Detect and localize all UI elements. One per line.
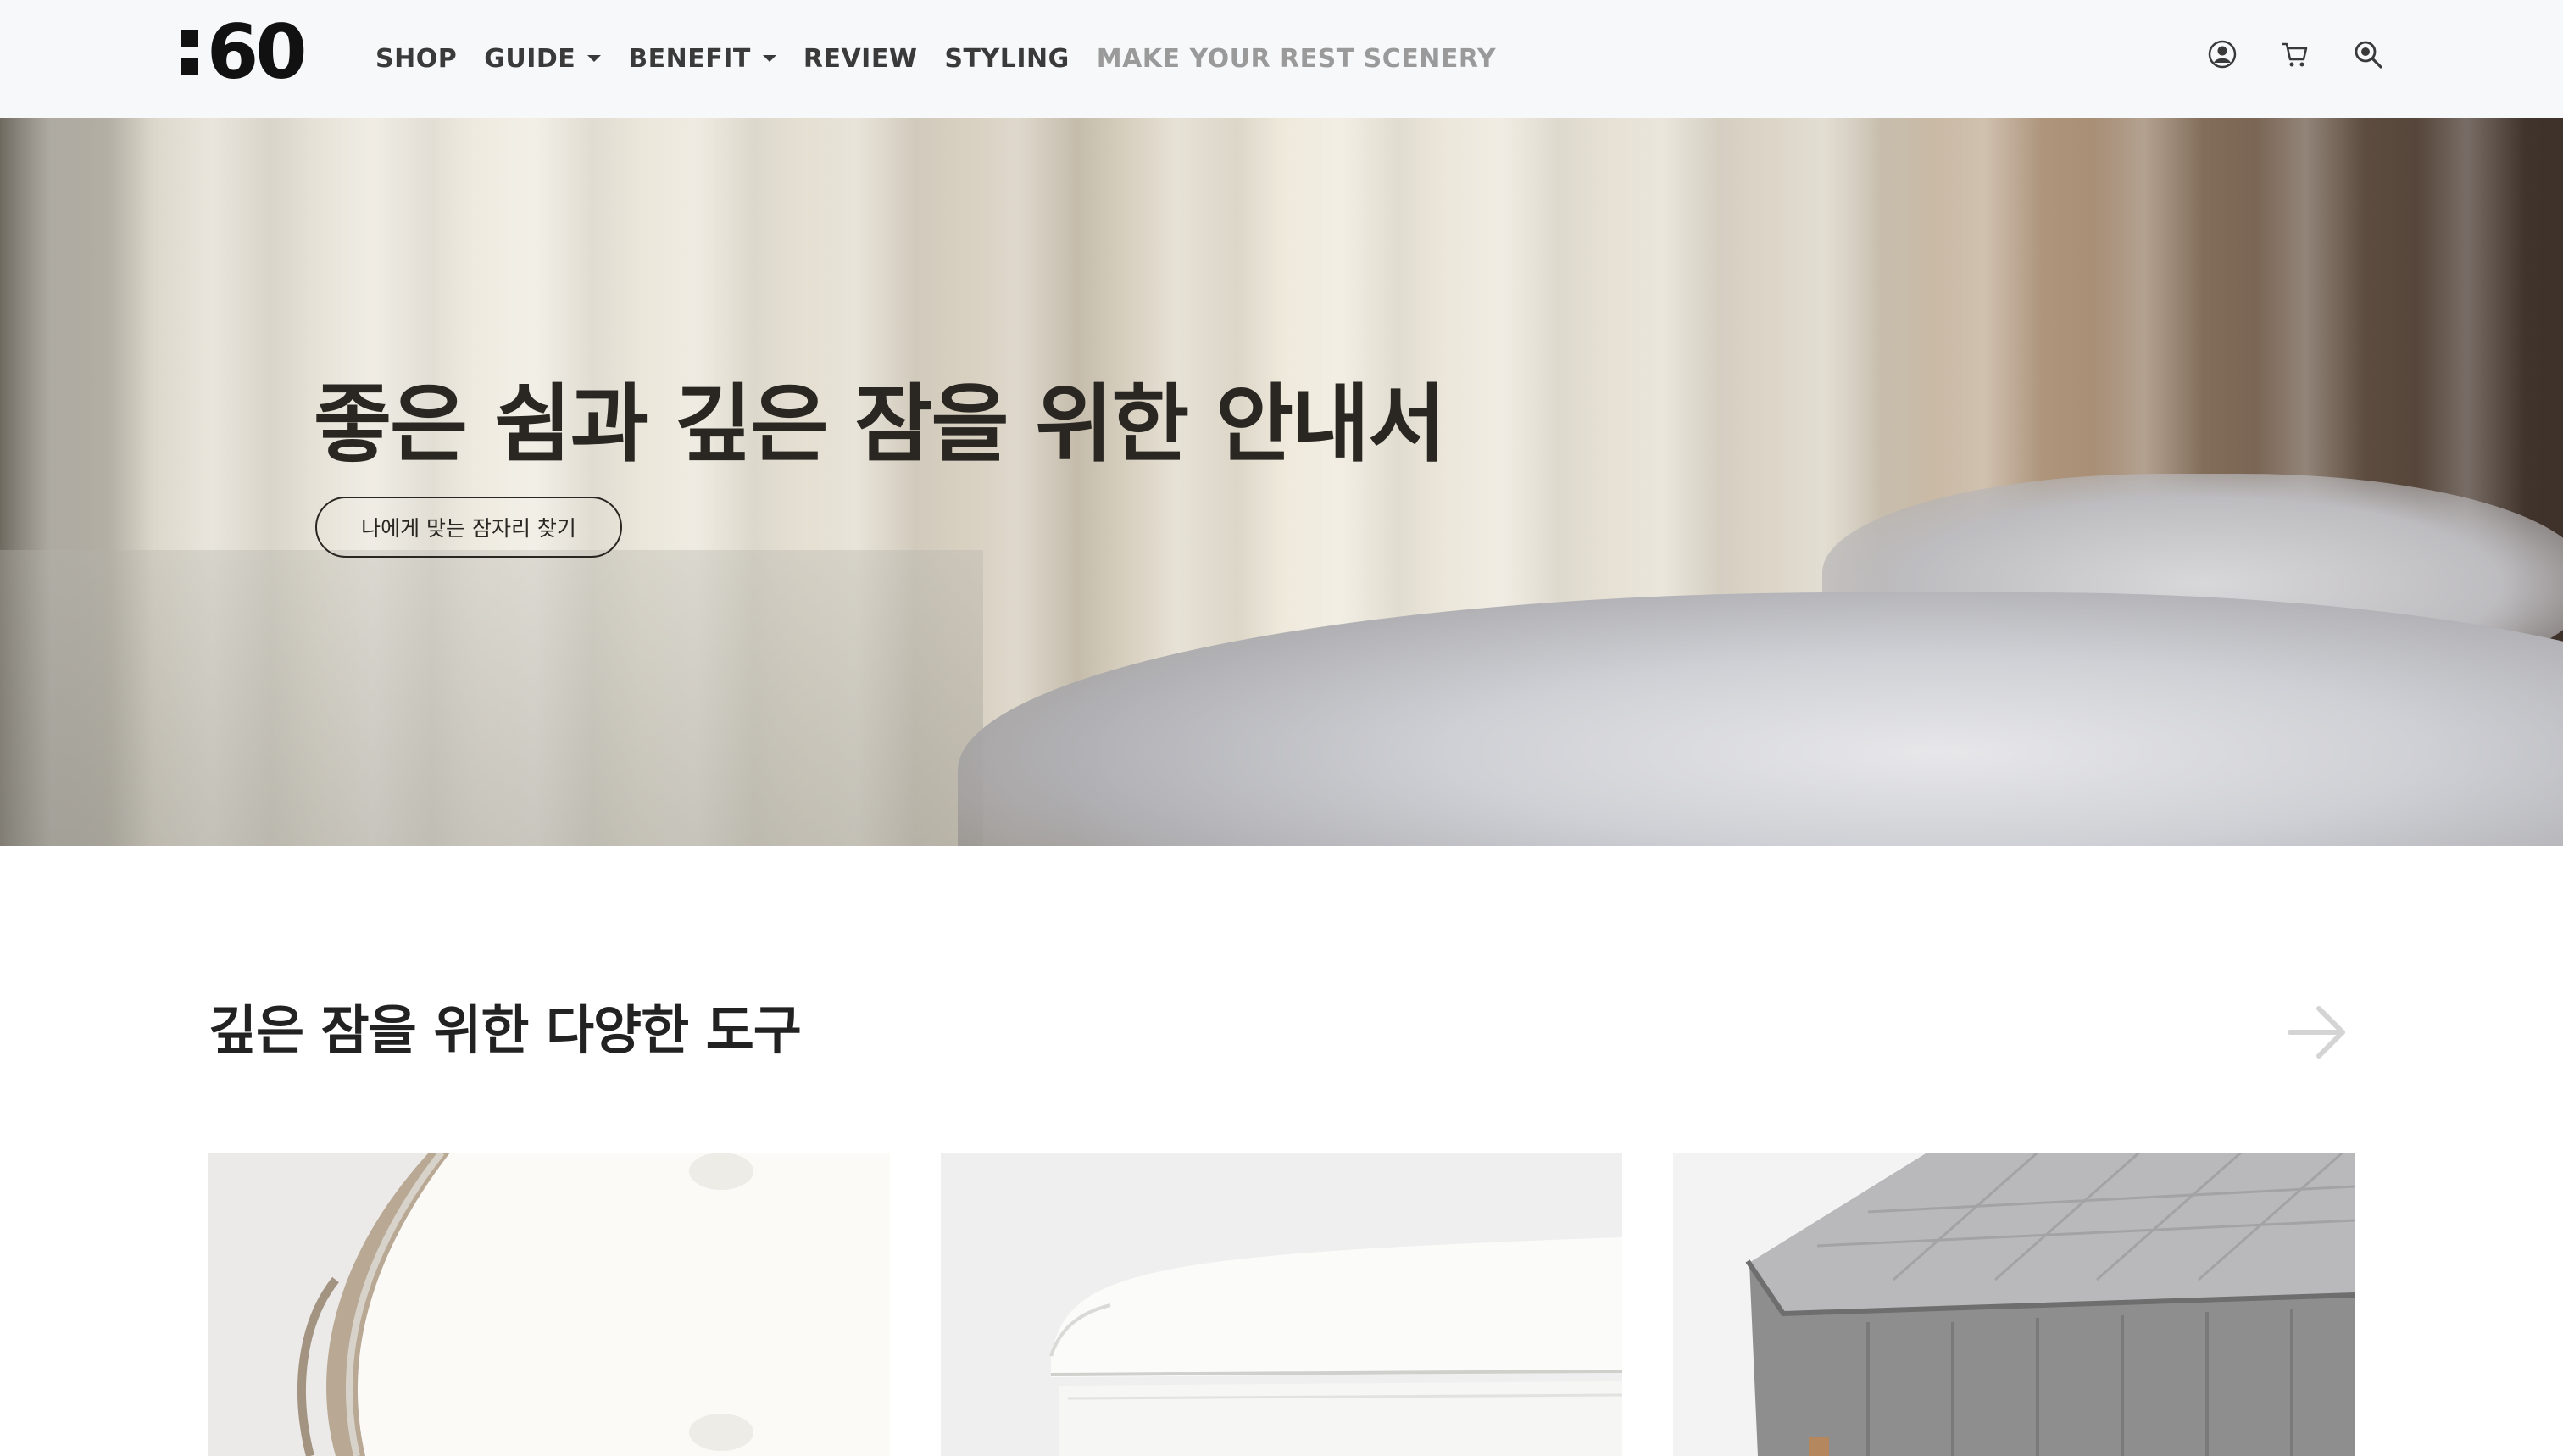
search-icon[interactable]	[2353, 39, 2383, 69]
nav-make-your-rest-scenery[interactable]: MAKE YOUR REST SCENERY	[1097, 44, 1496, 74]
section-title: 깊은 잠을 위한 다양한 도구	[208, 999, 802, 1061]
nav-make-your-rest-scenery-label: MAKE YOUR REST SCENERY	[1096, 43, 1497, 74]
product-card-pillow[interactable]	[941, 1153, 1622, 1456]
pillow-image	[941, 1153, 1622, 1456]
site-header: 60 SHOP GUIDE BENEFIT REVIEW STYLING MAK…	[0, 0, 2563, 118]
nav-review[interactable]: REVIEW	[803, 44, 918, 74]
find-my-bed-button[interactable]: 나에게 맞는 잠자리 찾기	[315, 497, 622, 558]
chevron-down-icon	[587, 55, 602, 62]
mattress-topper-image	[208, 1153, 890, 1456]
nav-shop-label: SHOP	[375, 43, 458, 74]
logo-text: 60	[207, 8, 307, 96]
nav-styling-label: STYLING	[944, 43, 1070, 74]
mattress-image	[1673, 1153, 2355, 1456]
chevron-down-icon	[762, 55, 776, 62]
product-carousel	[208, 1153, 2355, 1456]
account-icon[interactable]	[2207, 39, 2238, 69]
product-card-topper[interactable]	[208, 1153, 890, 1456]
hero-title: 좋은 쉼과 깊은 잠을 위한 안내서	[314, 375, 1446, 474]
nav-styling[interactable]: STYLING	[944, 44, 1069, 74]
header-icons	[2207, 39, 2383, 69]
logo-colon-mark	[181, 30, 198, 75]
nav-shop[interactable]: SHOP	[375, 44, 457, 74]
cart-icon[interactable]	[2280, 39, 2310, 69]
nav-benefit[interactable]: BENEFIT	[628, 44, 776, 74]
nav-review-label: REVIEW	[803, 43, 918, 74]
product-card-mattress[interactable]	[1673, 1153, 2355, 1456]
site-logo[interactable]: 60	[181, 15, 307, 90]
main-nav: SHOP GUIDE BENEFIT REVIEW STYLING MAKE Y…	[375, 37, 1496, 80]
hero-curtain-hem	[0, 550, 983, 846]
nav-guide-label: GUIDE	[484, 43, 576, 74]
arrow-right-icon[interactable]	[2285, 1000, 2349, 1064]
nav-guide[interactable]: GUIDE	[484, 43, 602, 74]
nav-benefit-label: BENEFIT	[628, 43, 751, 74]
hero-banner: 좋은 쉼과 깊은 잠을 위한 안내서 나에게 맞는 잠자리 찾기	[0, 118, 2563, 846]
